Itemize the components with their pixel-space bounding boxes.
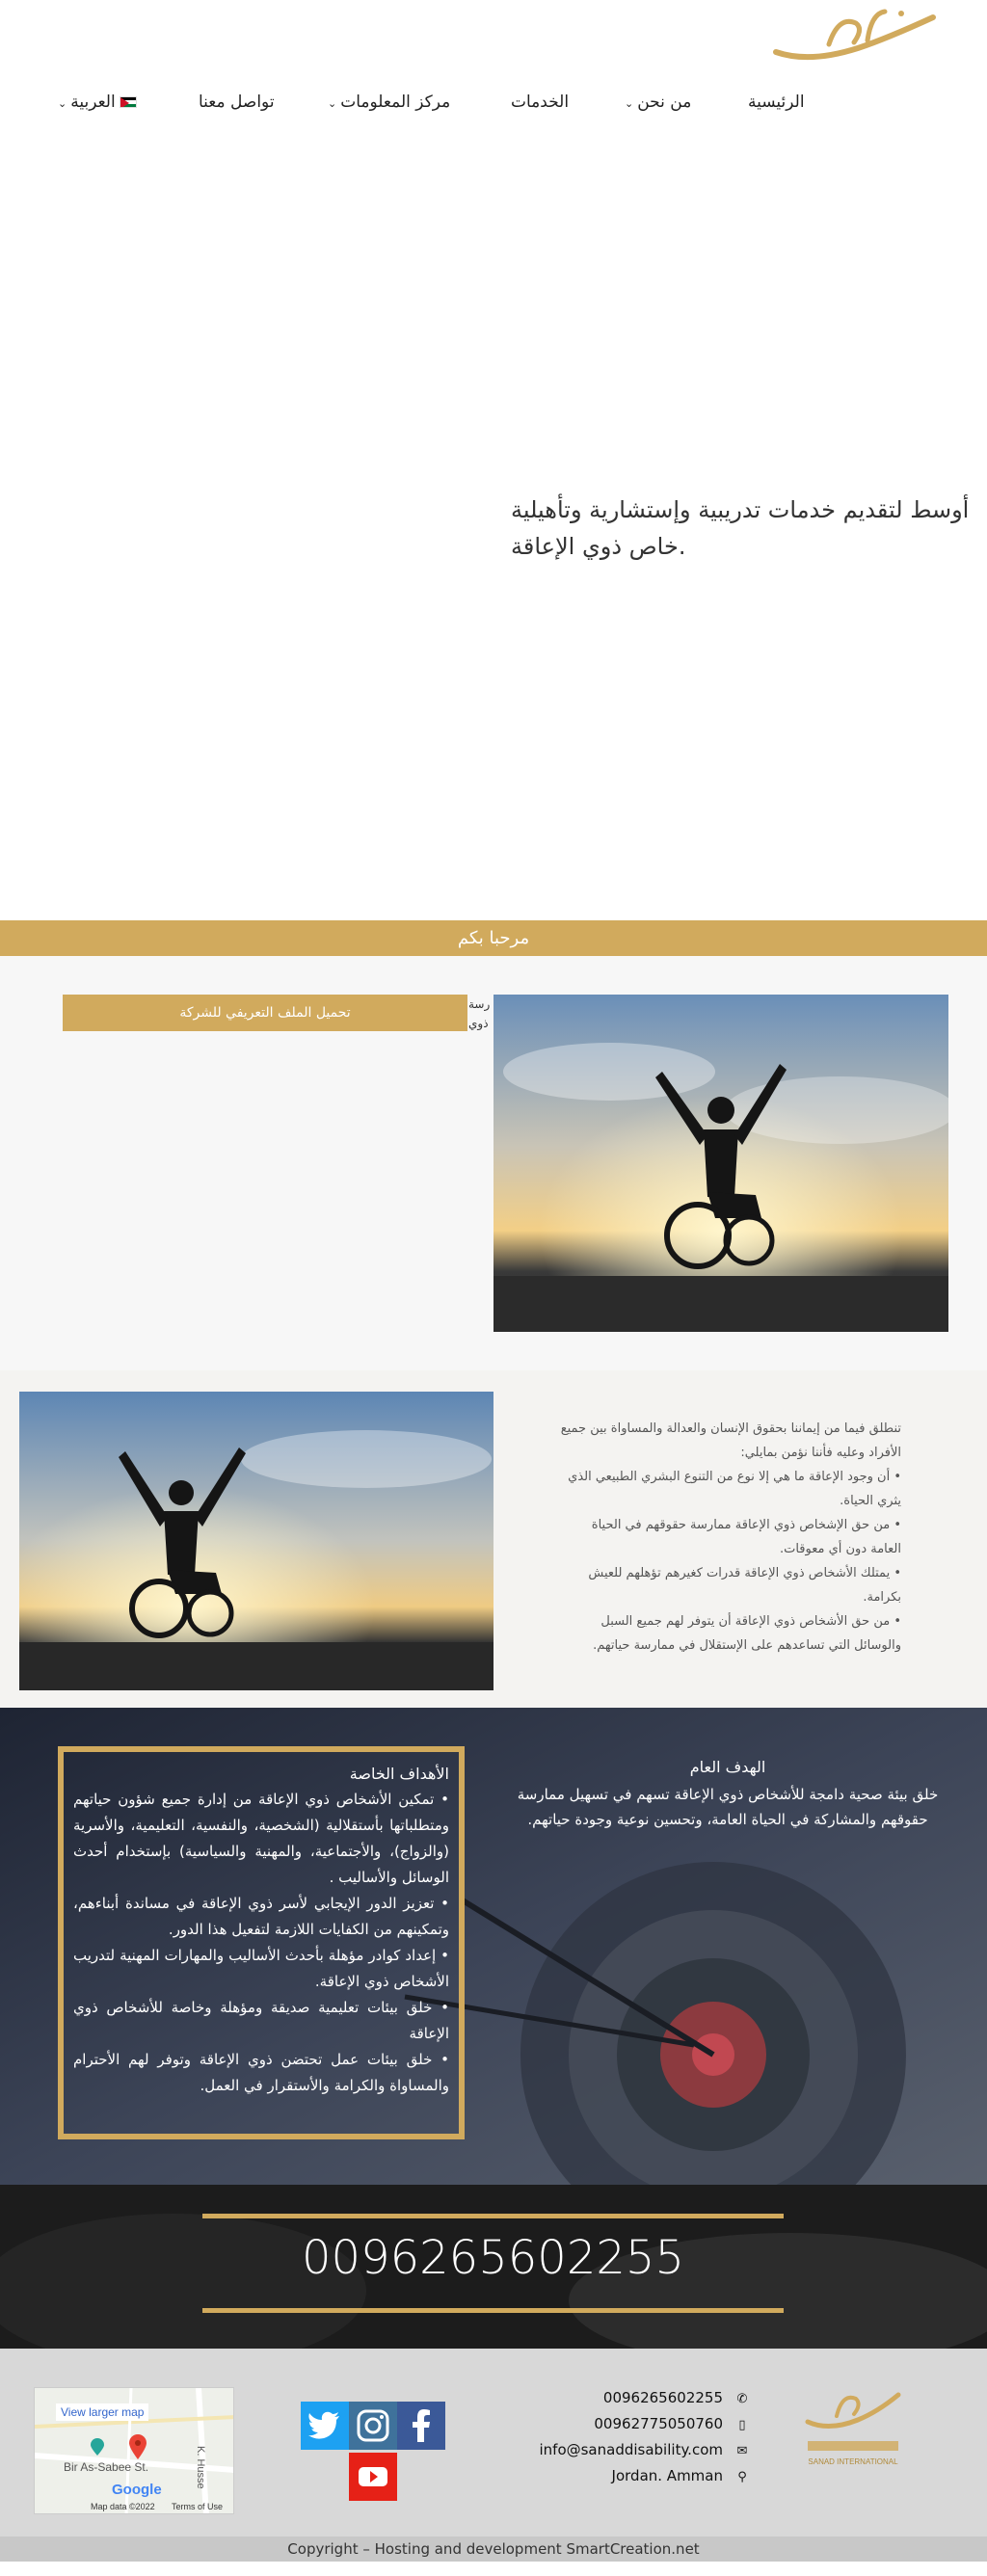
hero-line-2: خاص ذوي الإعاقة. [511,533,686,560]
belief-item: • أن وجود الإعاقة ما هي إلا نوع من التنو… [568,1470,901,1508]
divider-bottom [202,2308,784,2313]
footer-logo-text: SANAD INTERNATIONAL [808,2457,898,2466]
phone-icon: ✆ [736,2392,748,2406]
goals-section: الهدف العام خلق بيئة صحية دامجة للأشخاص … [0,1708,987,2185]
welcome-snippet-line-1: رسة [468,997,491,1011]
copyright-bar: Copyright – Hosting and development Smar… [0,2536,987,2562]
sanad-logo[interactable] [771,6,940,66]
special-goal-item: • تمكين الأشخاص ذوي الإعاقة من إدارة جمي… [73,1791,449,1886]
general-goal-body: خلق بيئة صحية دامجة للأشخاص ذوي الإعاقة … [517,1786,939,1828]
map-terms-link[interactable]: Terms of Use [172,2502,223,2511]
copyright-text: Copyright – Hosting and development Smar… [287,2540,700,2558]
language-switcher[interactable]: ⌄ العربية [58,93,141,112]
map-poi-icon [91,2438,104,2456]
wheelchair-user-image [19,1392,494,1690]
contact-email-text: info@sanaddisability.com [539,2441,723,2458]
special-goal-item: • خلق بيئات عمل تحتضن ذوي الإعاقة وتوفر … [73,2051,449,2094]
hero-slider: أوسط لتقديم خدمات تدريبية وإستشارية وتأه… [0,135,987,920]
contact-mobile-text: 00962775050760 [594,2415,723,2432]
site-footer: SANAD INTERNATIONAL 0096265602255 ✆ 00962… [0,2349,987,2536]
nav-services[interactable]: الخدمات [511,93,569,112]
welcome-section: رسة ذوي تحميل الملف التعريفي للشركة [0,956,987,1370]
hero-line-1: أوسط لتقديم خدمات تدريبية وإستشارية وتأه… [511,496,970,523]
belief-item: • يمتلك الأشخاص ذوي الإعاقة قدرات كغيرهم… [588,1566,901,1605]
nav-home[interactable]: الرئيسية [748,93,805,112]
instagram-icon[interactable] [349,2402,397,2450]
map-pin-icon [129,2434,147,2459]
facebook-icon[interactable] [397,2402,445,2450]
view-larger-map-link[interactable]: View larger map [56,2403,149,2421]
nav-contact-label: تواصل معنا [199,93,275,112]
general-goal-title: الهدف العام [689,1758,766,1776]
language-label: العربية [70,93,116,112]
welcome-title: مرحبا بكم [457,928,530,948]
download-company-profile-button[interactable]: تحميل الملف التعريفي للشركة [63,995,467,1031]
special-goal-item: • إعداد كوادر مؤهلة بأحدث الأساليب والمه… [73,1947,449,1990]
sanad-international-logo[interactable]: SANAD INTERNATIONAL [800,2385,906,2477]
chevron-down-icon: ⌄ [625,97,634,110]
contact-phone-text: 0096265602255 [602,2389,723,2406]
phone-number-display[interactable]: 0096265602255 [202,2231,784,2285]
nav-contact[interactable]: تواصل معنا [199,93,275,112]
nav-about-label: من نحن [637,93,692,112]
general-goal: الهدف العام خلق بيئة صحية دامجة للأشخاص … [506,1758,949,1832]
chevron-down-icon: ⌄ [328,97,337,110]
contact-phone[interactable]: 0096265602255 ✆ [501,2389,752,2406]
contact-mobile[interactable]: 00962775050760 ▯ [501,2415,752,2432]
hero-caption: أوسط لتقديم خدمات تدريبية وإستشارية وتأه… [511,491,987,565]
nav-about[interactable]: ⌄ من نحن [625,93,691,112]
map-data-label: Map data ©2022 [91,2502,155,2511]
wheelchair-user-image [494,995,948,1332]
welcome-snippet-line-2: ذوي [468,1017,489,1030]
belief-item: • من حق الأشخاص ذوي الإعاقة أن يتوفر لهم… [593,1614,901,1653]
special-goal-item: • خلق بيئات تعليمية صديقة ومؤهلة وخاصة ل… [73,1999,449,2042]
belief-item: • من حق الإشخاص ذوي الإعاقة ممارسة حقوقه… [591,1518,901,1556]
phone-band: 0096265602255 [0,2185,987,2349]
nav-info-center-label: مركز المعلومات [340,93,451,112]
divider-top [202,2214,784,2218]
map-street-label: Bir As-Sabee St. [64,2460,149,2474]
beliefs-intro: تنطلق فيما من إيماننا بحقوق الإنسان والع… [560,1421,901,1460]
nav-services-label: الخدمات [511,93,570,112]
contact-email[interactable]: info@sanaddisability.com ✉ [501,2441,752,2458]
map-street-vertical-label: K. Husse [195,2446,206,2489]
special-goal-item: • تعزيز الدور الإيجابي لأسر ذوي الإعاقة … [73,1895,449,1938]
welcome-text-clipped: رسة ذوي [468,995,492,1033]
location-map[interactable]: View larger map Bir As-Sabee St. K. Huss… [34,2387,234,2514]
google-logo: Google [112,2482,162,2498]
special-goals-box: الأهداف الخاصة • تمكين الأشخاص ذوي الإعا… [58,1746,465,2139]
beliefs-section: تنطلق فيما من إيماننا بحقوق الإنسان والع… [0,1370,987,1708]
envelope-icon: ✉ [736,2444,748,2458]
nav-info-center[interactable]: ⌄ مركز المعلومات [328,93,450,112]
nav-home-label: الرئيسية [748,93,805,112]
chevron-down-icon: ⌄ [58,97,67,110]
jordan-flag-icon [119,96,137,108]
welcome-title-bar: مرحبا بكم [0,920,987,956]
download-button-label: تحميل الملف التعريفي للشركة [179,1005,351,1021]
main-nav: الرئيسية ⌄ من نحن الخدمات ⌄ مركز المعلومات… [0,93,987,120]
mobile-icon: ▯ [738,2418,746,2432]
twitter-icon[interactable] [301,2402,349,2450]
site-header: الرئيسية ⌄ من نحن الخدمات ⌄ مركز المعلومات… [0,0,987,181]
contact-address-text: Jordan. Amman [611,2467,723,2484]
beliefs-text: تنطلق فيما من إيماننا بحقوق الإنسان والع… [559,1417,901,1658]
special-goals-title: الأهداف الخاصة [349,1765,449,1783]
youtube-icon[interactable] [349,2453,397,2501]
map-marker-icon: ⚲ [737,2470,747,2484]
contact-address: Jordan. Amman ⚲ [501,2467,752,2484]
